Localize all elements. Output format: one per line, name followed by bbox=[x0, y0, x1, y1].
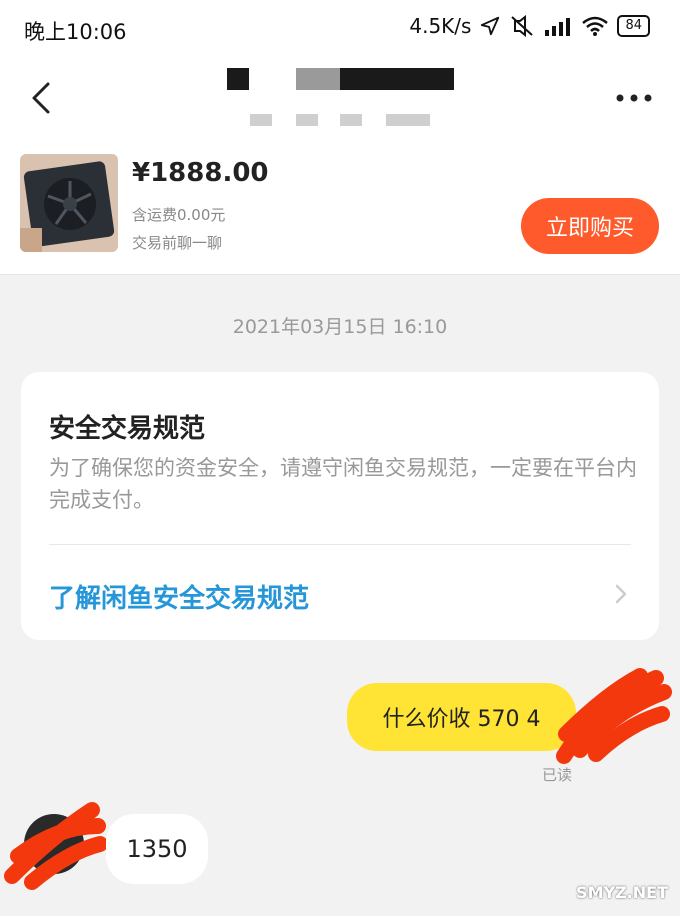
shipping-info: 含运费0.00元 bbox=[132, 206, 226, 224]
more-icon[interactable] bbox=[614, 84, 654, 112]
redacted-subtitle-block bbox=[296, 114, 318, 126]
signal-icon bbox=[545, 18, 571, 36]
redacted-subtitle-block bbox=[386, 114, 430, 126]
redacted-name-block bbox=[340, 68, 454, 90]
chevron-right-icon[interactable] bbox=[611, 580, 631, 608]
watermark: SMYZ.NET bbox=[576, 883, 668, 902]
location-icon bbox=[481, 16, 500, 36]
safety-card-title: 安全交易规范 bbox=[49, 414, 206, 444]
redacted-subtitle-block bbox=[250, 114, 272, 126]
wifi-icon bbox=[582, 16, 609, 36]
chat-header bbox=[0, 62, 680, 140]
graphics-card-image bbox=[20, 154, 118, 252]
message-timestamp: 2021年03月15日 16:10 bbox=[232, 316, 448, 338]
safety-rules-link[interactable]: 了解闲鱼安全交易规范 bbox=[49, 578, 309, 615]
mute-icon bbox=[511, 15, 534, 37]
battery-icon: 84 bbox=[617, 15, 650, 37]
redacted-subtitle-block bbox=[340, 114, 362, 126]
outgoing-message-bubble[interactable]: 什么价收 570 4 bbox=[347, 683, 576, 751]
incoming-message-bubble[interactable]: 1350 bbox=[106, 814, 208, 884]
product-price: ¥1888.00 bbox=[132, 158, 269, 188]
chat-hint: 交易前聊一聊 bbox=[132, 234, 223, 252]
safety-card-body: 为了确保您的资金安全，请遵守闲鱼交易规范，一定要在平台内完成支付。 bbox=[49, 456, 637, 512]
safety-notice-card: 安全交易规范 为了确保您的资金安全，请遵守闲鱼交易规范，一定要在平台内完成支付。… bbox=[21, 372, 659, 640]
redaction-scribble bbox=[556, 668, 672, 764]
status-bar: 晚上10:06 4.5K/s 84 bbox=[0, 0, 680, 62]
redacted-name-block bbox=[227, 68, 249, 90]
product-thumbnail[interactable] bbox=[20, 154, 118, 252]
chevron-left-icon[interactable] bbox=[26, 80, 62, 116]
network-speed: 4.5K/s bbox=[409, 14, 472, 38]
redacted-name-block bbox=[296, 68, 340, 90]
product-summary[interactable]: ¥1888.00 含运费0.00元 交易前聊一聊 立即购买 bbox=[0, 140, 680, 275]
divider bbox=[49, 544, 631, 545]
redaction-scribble bbox=[4, 802, 106, 890]
status-time: 晚上10:06 bbox=[24, 20, 127, 44]
status-icons: 4.5K/s 84 bbox=[409, 14, 650, 38]
buy-now-button[interactable]: 立即购买 bbox=[521, 198, 659, 254]
